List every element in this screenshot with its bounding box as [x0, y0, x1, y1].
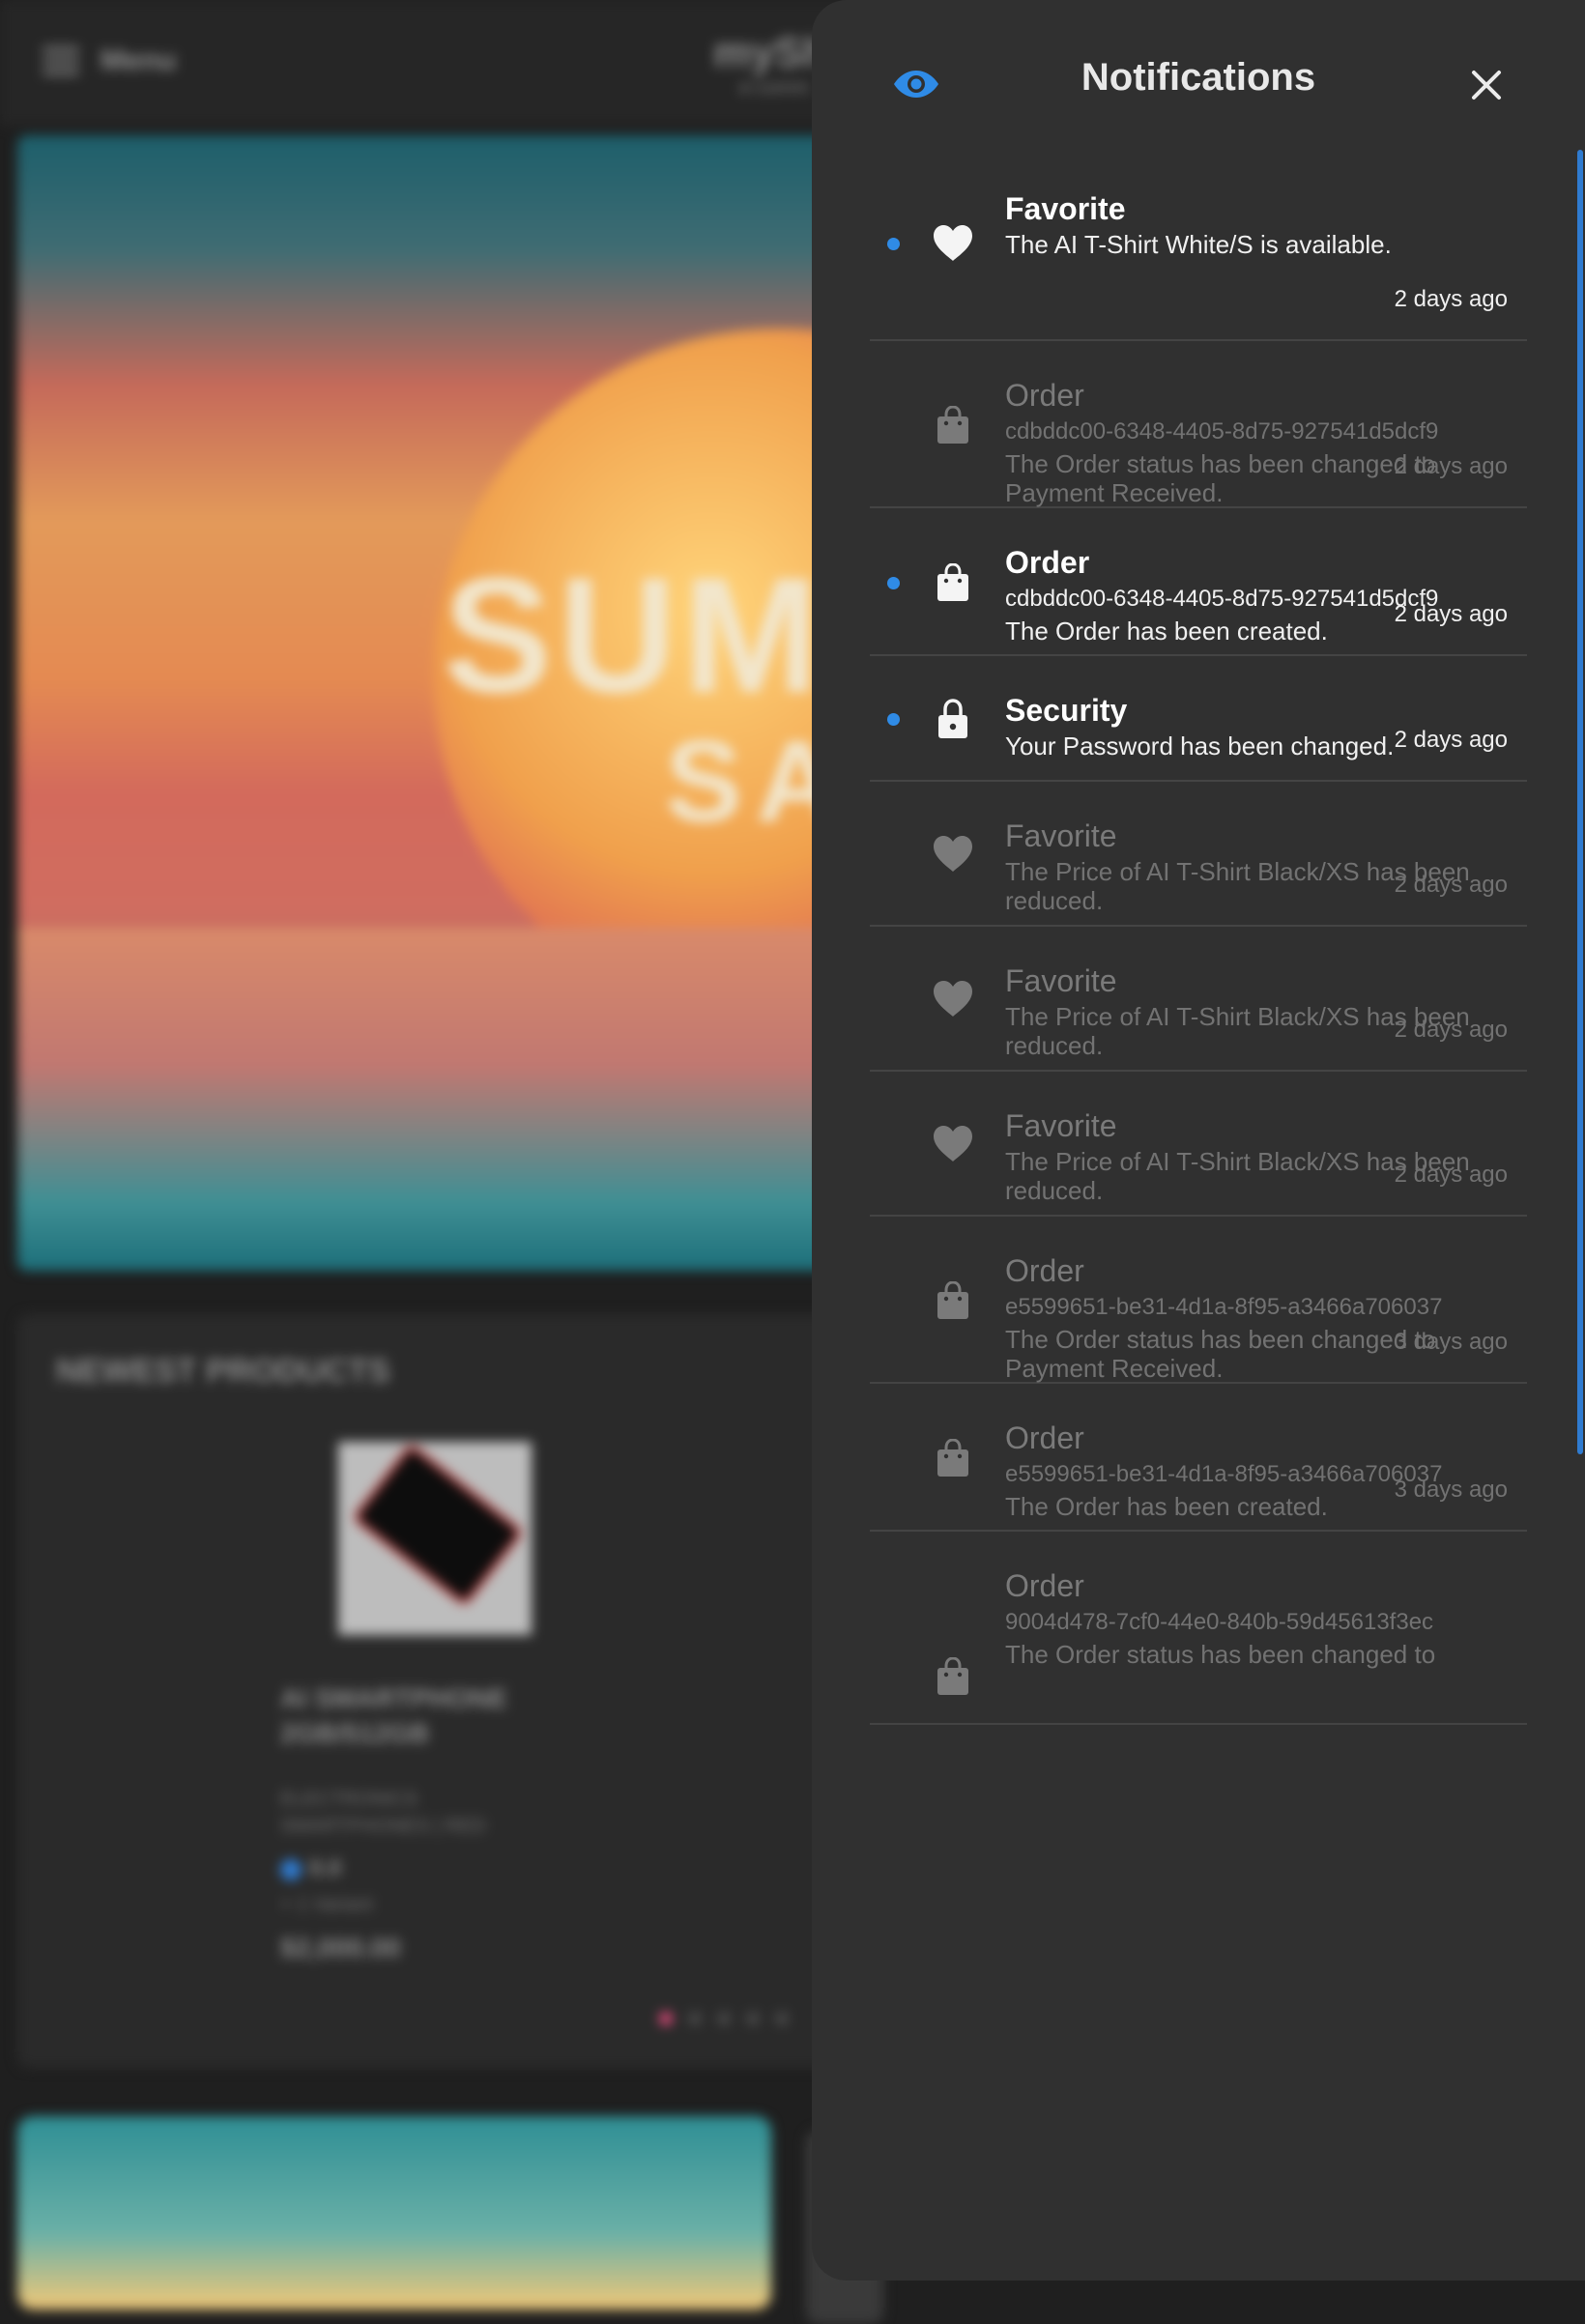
promo-banner[interactable] — [17, 2116, 771, 2310]
notification-text: Order cdbddc00-6348-4405-8d75-927541d5dcf… — [1005, 543, 1508, 646]
notification-time: 2 days ago — [1394, 872, 1508, 898]
notification-time: 2 days ago — [1394, 1162, 1508, 1188]
scrollbar[interactable] — [1577, 150, 1583, 1454]
product-name[interactable]: AI SMARTPHONE 2GB/512GB — [280, 1681, 507, 1751]
unread-indicator — [887, 713, 900, 726]
notification-title: Security — [1005, 693, 1128, 728]
notification-text: Favorite The AI T-Shirt White/S is availa… — [1005, 189, 1508, 259]
notification-item[interactable]: Favorite The AI T-Shirt White/S is availa… — [870, 155, 1527, 341]
close-icon — [1472, 71, 1501, 100]
hamburger-icon — [43, 47, 79, 74]
notification-text: Order 9004d478-7cf0-44e0-840b-59d45613f3e… — [1005, 1566, 1508, 1669]
drawer-header: Notifications — [812, 0, 1585, 155]
notification-title: Order — [1005, 1253, 1084, 1288]
section-title: NEWEST PRODUCTS — [56, 1353, 390, 1390]
notification-text: Favorite The Price of AI T-Shirt Black/XS… — [1005, 1106, 1508, 1205]
notification-title: Favorite — [1005, 818, 1117, 853]
notification-item[interactable]: Favorite The Price of AI T-Shirt Black/XS… — [870, 1072, 1527, 1217]
notification-reference: e5599651-be31-4d1a-8f95-a3466a706037 — [1005, 1294, 1443, 1320]
hero-sea-graphic — [17, 928, 868, 1271]
notification-item[interactable]: Favorite The Price of AI T-Shirt Black/XS… — [870, 782, 1527, 927]
product-category: ELECTRONICS SMARTPHONES | RED — [280, 1789, 486, 1837]
hero-title: SUM — [443, 544, 825, 728]
notification-title: Order — [1005, 378, 1084, 413]
notification-item[interactable]: Order cdbddc00-6348-4405-8d75-927541d5dcf… — [870, 341, 1527, 508]
heart-icon — [932, 978, 974, 1020]
shopping-bag-icon — [932, 404, 974, 446]
shopping-bag-icon — [932, 1279, 974, 1322]
notification-time: 3 days ago — [1394, 1477, 1508, 1503]
notification-text: Favorite The Price of AI T-Shirt Black/XS… — [1005, 817, 1508, 915]
notification-item[interactable]: Order cdbddc00-6348-4405-8d75-927541d5dcf… — [870, 508, 1527, 656]
heart-icon — [932, 1123, 974, 1165]
notification-text: Order e5599651-be31-4d1a-8f95-a3466a70603… — [1005, 1419, 1508, 1521]
notification-time: 2 days ago — [1394, 601, 1508, 627]
notification-list: Favorite The AI T-Shirt White/S is availa… — [870, 155, 1527, 1725]
notification-time: 2 days ago — [1394, 727, 1508, 753]
product-rating: 0.0 — [280, 1855, 341, 1882]
hero-banner[interactable]: SUM SA — [17, 135, 868, 1271]
notification-reference: 9004d478-7cf0-44e0-840b-59d45613f3ec — [1005, 1609, 1434, 1635]
lock-icon — [932, 698, 974, 740]
notification-time: 2 days ago — [1394, 1017, 1508, 1043]
star-icon — [280, 1858, 302, 1880]
shopping-bag-icon — [932, 1655, 974, 1698]
notification-title: Favorite — [1005, 1108, 1117, 1143]
notification-item[interactable]: Order e5599651-be31-4d1a-8f95-a3466a70603… — [870, 1384, 1527, 1532]
unread-indicator — [887, 577, 900, 589]
notification-message: The Order status has been changed to — [1005, 1640, 1436, 1669]
menu-button[interactable]: Menu — [43, 44, 176, 77]
notification-item[interactable]: Order e5599651-be31-4d1a-8f95-a3466a70603… — [870, 1217, 1527, 1384]
notification-title: Favorite — [1005, 963, 1117, 998]
notification-item[interactable]: Security Your Password has been changed. 2… — [870, 656, 1527, 782]
heart-icon — [932, 833, 974, 875]
heart-icon — [932, 222, 974, 265]
notification-time: 2 days ago — [1394, 453, 1508, 479]
product-variants: + 1 Variant — [280, 1894, 373, 1915]
unread-indicator — [887, 238, 900, 250]
brand-subtitle: e-comm — [739, 77, 810, 99]
notification-reference: cdbddc00-6348-4405-8d75-927541d5dcf9 — [1005, 418, 1439, 445]
notification-title: Favorite — [1005, 191, 1126, 226]
notification-item[interactable]: Favorite The Price of AI T-Shirt Black/XS… — [870, 927, 1527, 1072]
notifications-drawer: Notifications Favorite The AI T-Shirt Whi… — [812, 0, 1585, 2281]
notification-title: Order — [1005, 1568, 1084, 1603]
notification-time: 3 days ago — [1394, 1329, 1508, 1355]
close-button[interactable] — [1459, 60, 1513, 110]
menu-label: Menu — [101, 44, 177, 76]
notification-message: The AI T-Shirt White/S is available. — [1005, 230, 1392, 259]
notification-text: Order cdbddc00-6348-4405-8d75-927541d5dcf… — [1005, 376, 1508, 507]
notification-time: 2 days ago — [1394, 286, 1508, 312]
notification-title: Order — [1005, 545, 1090, 580]
product-price: $2,000.00 — [280, 1933, 401, 1963]
notification-item[interactable]: Order 9004d478-7cf0-44e0-840b-59d45613f3e… — [870, 1532, 1527, 1725]
newest-products-section: NEWEST PRODUCTS AI SMARTPHONE 2GB/512GB … — [17, 1314, 868, 2068]
notification-text: Favorite The Price of AI T-Shirt Black/XS… — [1005, 961, 1508, 1060]
notification-text: Order e5599651-be31-4d1a-8f95-a3466a70603… — [1005, 1251, 1508, 1383]
products-pager[interactable] — [659, 2012, 789, 2025]
shopping-bag-icon — [932, 1437, 974, 1479]
shopping-bag-icon — [932, 561, 974, 604]
notification-title: Order — [1005, 1420, 1084, 1455]
